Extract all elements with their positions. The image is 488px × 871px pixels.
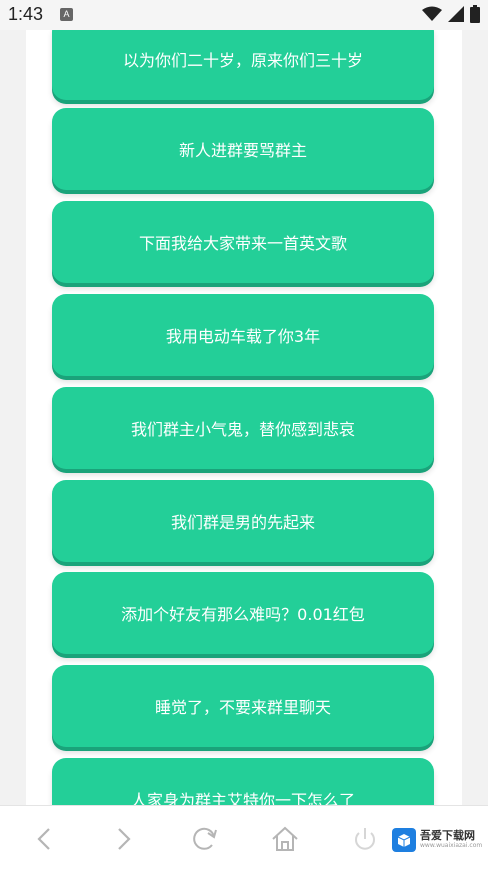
box-logo-icon	[392, 828, 416, 852]
refresh-icon[interactable]	[190, 824, 220, 854]
phrase-button[interactable]: 睡觉了，不要来群里聊天	[52, 665, 434, 747]
battery-icon	[470, 5, 480, 23]
status-time: 1:43	[8, 4, 44, 24]
forward-icon[interactable]	[108, 824, 138, 854]
site-watermark-logo: 吾爱下载网 www.wuaixiazai.com	[392, 828, 482, 852]
browser-bottom-bar: 吾爱下载网 www.wuaixiazai.com	[0, 805, 488, 871]
app-notification-icon: A	[60, 8, 73, 21]
home-icon[interactable]	[270, 824, 300, 854]
status-indicators	[422, 5, 480, 23]
phrase-button[interactable]: 添加个好友有那么难吗？0.01红包	[52, 572, 434, 654]
phrase-button[interactable]: 下面我给大家带来一首英文歌	[52, 201, 434, 283]
phrase-button[interactable]: 以为你们二十岁，原来你们三十岁	[52, 30, 434, 100]
phrase-button[interactable]: 人家身为群主艾特你一下怎么了	[52, 758, 434, 805]
signal-icon	[448, 6, 464, 22]
watermark-title: 吾爱下载网	[420, 829, 475, 842]
watermark-subtitle: www.wuaixiazai.com	[420, 842, 483, 849]
status-bar: 1:43 A	[0, 0, 488, 30]
wifi-icon	[422, 6, 442, 21]
phrase-button[interactable]: 我们群主小气鬼，替你感到悲哀	[52, 387, 434, 469]
back-icon[interactable]	[30, 824, 60, 854]
phrase-button[interactable]: 我们群是男的先起来	[52, 480, 434, 562]
power-icon[interactable]	[350, 824, 380, 854]
phrase-button[interactable]: 新人进群要骂群主	[52, 108, 434, 190]
phrase-button[interactable]: 我用电动车载了你3年	[52, 294, 434, 376]
button-list: 以为你们二十岁，原来你们三十岁 新人进群要骂群主 下面我给大家带来一首英文歌 我…	[26, 30, 462, 805]
